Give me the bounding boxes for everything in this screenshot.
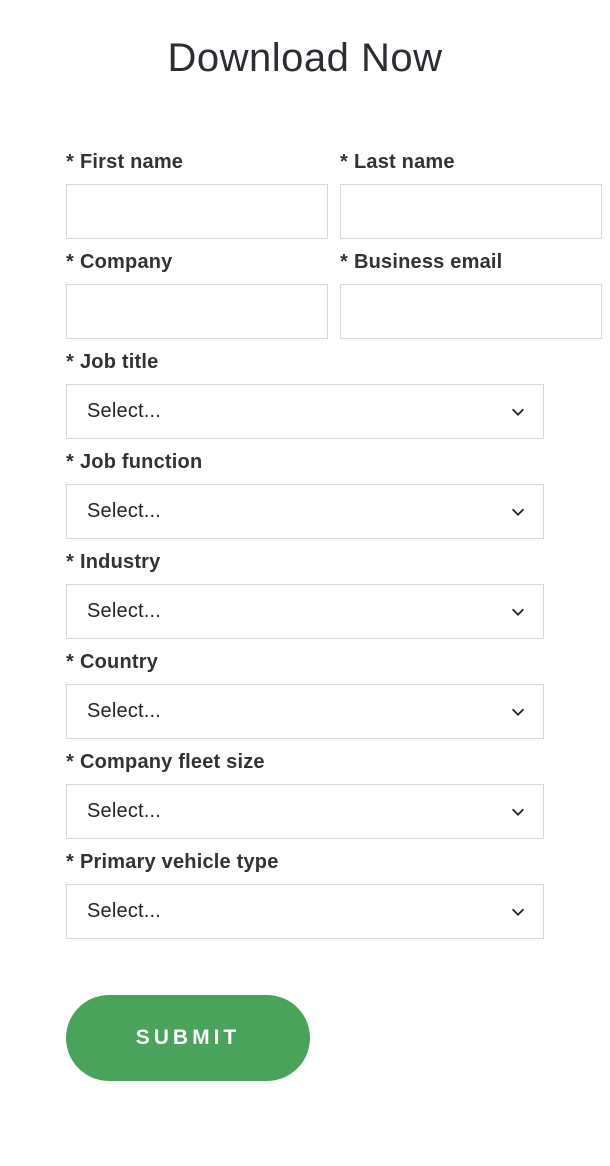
required-marker: * xyxy=(66,451,74,473)
country-label: * Country xyxy=(66,651,544,674)
required-marker: * xyxy=(66,651,74,673)
industry-label: * Industry xyxy=(66,551,544,574)
required-marker: * xyxy=(66,151,74,173)
company-label: * Company xyxy=(66,251,328,274)
industry-field: * Industry Select... xyxy=(66,551,544,639)
page-title: Download Now xyxy=(66,36,544,81)
job-function-label: * Job function xyxy=(66,451,544,474)
job-function-select[interactable]: Select... xyxy=(66,484,544,539)
primary-vehicle-type-select[interactable]: Select... xyxy=(66,884,544,939)
label-text: Company xyxy=(80,251,173,273)
country-select[interactable]: Select... xyxy=(66,684,544,739)
job-title-field: * Job title Select... xyxy=(66,351,544,439)
label-text: Last name xyxy=(354,151,455,173)
submit-button[interactable]: SUBMIT xyxy=(66,995,310,1081)
job-title-select[interactable]: Select... xyxy=(66,384,544,439)
required-marker: * xyxy=(340,151,348,173)
business-email-label: * Business email xyxy=(340,251,602,274)
select-placeholder: Select... xyxy=(87,500,161,523)
last-name-input[interactable] xyxy=(340,184,602,239)
required-marker: * xyxy=(66,751,74,773)
company-fleet-size-select[interactable]: Select... xyxy=(66,784,544,839)
first-name-field: * First name xyxy=(66,151,328,239)
label-text: Country xyxy=(80,651,158,673)
select-placeholder: Select... xyxy=(87,700,161,723)
business-email-input[interactable] xyxy=(340,284,602,339)
industry-select[interactable]: Select... xyxy=(66,584,544,639)
business-email-field: * Business email xyxy=(340,251,602,339)
label-text: Industry xyxy=(80,551,161,573)
primary-vehicle-type-label: * Primary vehicle type xyxy=(66,851,544,874)
required-marker: * xyxy=(66,551,74,573)
select-placeholder: Select... xyxy=(87,800,161,823)
chevron-down-icon xyxy=(509,803,527,821)
select-placeholder: Select... xyxy=(87,400,161,423)
select-placeholder: Select... xyxy=(87,900,161,923)
chevron-down-icon xyxy=(509,503,527,521)
required-marker: * xyxy=(66,251,74,273)
select-placeholder: Select... xyxy=(87,600,161,623)
required-marker: * xyxy=(66,851,74,873)
label-text: Primary vehicle type xyxy=(80,851,279,873)
company-fleet-size-label: * Company fleet size xyxy=(66,751,544,774)
required-marker: * xyxy=(340,251,348,273)
last-name-label: * Last name xyxy=(340,151,602,174)
chevron-down-icon xyxy=(509,603,527,621)
last-name-field: * Last name xyxy=(340,151,602,239)
job-title-label: * Job title xyxy=(66,351,544,374)
label-text: Company fleet size xyxy=(80,751,265,773)
label-text: Business email xyxy=(354,251,502,273)
company-input[interactable] xyxy=(66,284,328,339)
submit-row: SUBMIT xyxy=(66,995,544,1081)
chevron-down-icon xyxy=(509,903,527,921)
label-text: Job function xyxy=(80,451,202,473)
chevron-down-icon xyxy=(509,703,527,721)
company-fleet-size-field: * Company fleet size Select... xyxy=(66,751,544,839)
label-text: First name xyxy=(80,151,183,173)
download-form: *First name *Last name *Company *Bus xyxy=(66,151,544,1081)
chevron-down-icon xyxy=(509,403,527,421)
form-container: Download Now * First name * Last name * Com… xyxy=(0,0,610,1121)
company-field: * Company xyxy=(66,251,328,339)
first-name-input[interactable] xyxy=(66,184,328,239)
first-name-label: * First name xyxy=(66,151,328,174)
required-marker: * xyxy=(66,351,74,373)
label-text: Job title xyxy=(80,351,158,373)
primary-vehicle-type-field: * Primary vehicle type Select... xyxy=(66,851,544,939)
country-field: * Country Select... xyxy=(66,651,544,739)
job-function-field: * Job function Select... xyxy=(66,451,544,539)
